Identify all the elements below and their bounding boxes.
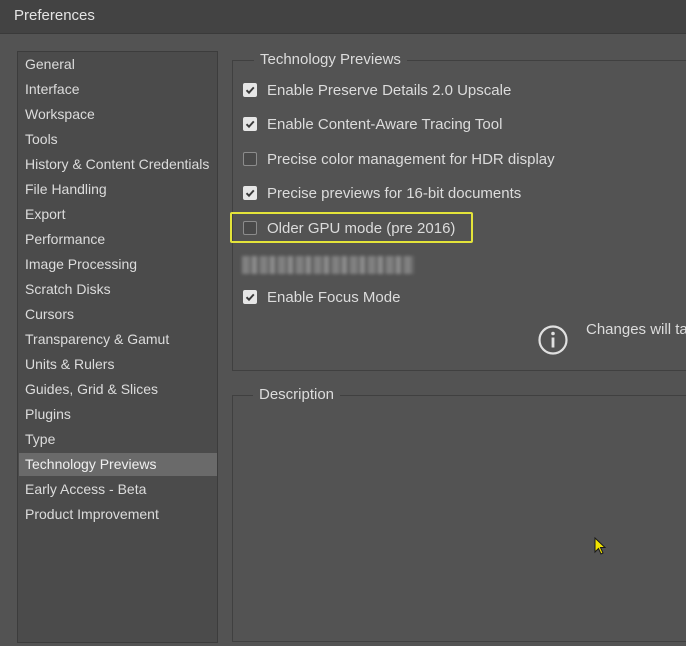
dialog-title: Preferences <box>14 7 95 24</box>
title-bar[interactable]: Preferences <box>0 0 686 34</box>
preferences-dialog: Preferences General Interface Workspace … <box>0 0 686 646</box>
sidebar-item-guides-grid-slices[interactable]: Guides, Grid & Slices <box>19 378 217 401</box>
sidebar-item-image-processing[interactable]: Image Processing <box>19 253 217 276</box>
sidebar-item-units-rulers[interactable]: Units & Rulers <box>19 353 217 376</box>
preferences-sidebar: General Interface Workspace Tools Histor… <box>17 51 218 643</box>
sidebar-item-scratch-disks[interactable]: Scratch Disks <box>19 278 217 301</box>
sidebar-item-history-content-credentials[interactable]: History & Content Credentials <box>19 153 217 176</box>
checkmark-icon <box>245 189 255 198</box>
sidebar-item-export[interactable]: Export <box>19 203 217 226</box>
description-legend: Description <box>253 386 341 404</box>
sidebar-item-cursors[interactable]: Cursors <box>19 303 217 326</box>
sidebar-item-technology-previews[interactable]: Technology Previews <box>19 453 217 476</box>
restart-notice-text: Changes will ta <box>586 321 686 338</box>
technology-previews-legend: Technology Previews <box>254 51 407 69</box>
sidebar-item-general[interactable]: General <box>19 53 217 76</box>
option-older-gpu-mode[interactable]: Older GPU mode (pre 2016) <box>243 218 455 238</box>
checkbox-hdr-color-management[interactable] <box>243 152 257 166</box>
option-label: Enable Content-Aware Tracing Tool <box>267 115 503 133</box>
option-label: Precise color management for HDR display <box>267 150 555 168</box>
sidebar-item-type[interactable]: Type <box>19 428 217 451</box>
checkbox-older-gpu-mode[interactable] <box>243 221 257 235</box>
sidebar-item-interface[interactable]: Interface <box>19 78 217 101</box>
option-label: Enable Preserve Details 2.0 Upscale <box>267 81 512 99</box>
sidebar-item-product-improvement[interactable]: Product Improvement <box>19 503 217 526</box>
sidebar-item-tools[interactable]: Tools <box>19 128 217 151</box>
sidebar-item-file-handling[interactable]: File Handling <box>19 178 217 201</box>
sidebar-item-early-access-beta[interactable]: Early Access - Beta <box>19 478 217 501</box>
sidebar-item-performance[interactable]: Performance <box>19 228 217 251</box>
sidebar-item-plugins[interactable]: Plugins <box>19 403 217 426</box>
description-group <box>232 395 686 642</box>
checkmark-icon <box>245 86 255 95</box>
blurred-option <box>242 256 414 274</box>
option-16bit-previews[interactable]: Precise previews for 16-bit documents <box>243 183 521 203</box>
option-label: Precise previews for 16-bit documents <box>267 184 522 202</box>
checkbox-content-aware-tracing[interactable] <box>243 117 257 131</box>
option-label: Older GPU mode (pre 2016) <box>267 219 456 237</box>
checkmark-icon <box>245 293 255 302</box>
option-label: Enable Focus Mode <box>267 288 401 306</box>
sidebar-item-transparency-gamut[interactable]: Transparency & Gamut <box>19 328 217 351</box>
checkbox-preserve-details-upscale[interactable] <box>243 83 257 97</box>
checkmark-icon <box>245 120 255 129</box>
option-hdr-color-management[interactable]: Precise color management for HDR display <box>243 149 555 169</box>
option-content-aware-tracing[interactable]: Enable Content-Aware Tracing Tool <box>243 114 502 134</box>
info-circle-icon <box>538 325 568 355</box>
checkbox-focus-mode[interactable] <box>243 290 257 304</box>
checkbox-16bit-previews[interactable] <box>243 186 257 200</box>
option-focus-mode[interactable]: Enable Focus Mode <box>243 287 400 307</box>
sidebar-item-workspace[interactable]: Workspace <box>19 103 217 126</box>
mouse-pointer-icon <box>594 537 607 555</box>
option-preserve-details-upscale[interactable]: Enable Preserve Details 2.0 Upscale <box>243 80 511 100</box>
